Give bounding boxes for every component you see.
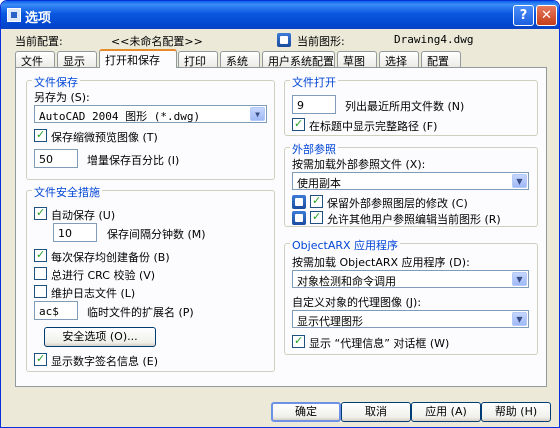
window-title: 选项	[25, 11, 52, 26]
arx-demand-load-label: 按需加载 ObjectARX 应用程序 (D):	[292, 256, 470, 269]
file-save-group: 文件保存 另存为 (S): AutoCAD 2004 图形 (*.dwg) ▼ …	[26, 74, 275, 180]
tab-panel-open-save: 文件保存 另存为 (S): AutoCAD 2004 图形 (*.dwg) ▼ …	[15, 67, 547, 387]
proxy-images-value: 显示代理图形	[297, 315, 363, 328]
tab-open-save[interactable]: 打开和保存	[99, 49, 177, 68]
tab-selection[interactable]: 选择	[379, 51, 419, 68]
save-as-value: AutoCAD 2004 图形 (*.dwg)	[39, 110, 201, 123]
tab-plot[interactable]: 打印	[178, 51, 218, 68]
title-bar: 选项 ? ✕	[1, 1, 559, 29]
group-title-file-safety: 文件安全措施	[32, 184, 102, 200]
log-file-label: 维护日志文件 (L)	[51, 287, 136, 300]
proxy-dialog-checkbox[interactable]	[292, 334, 305, 348]
full-path-label: 在标题中显示完整路径 (F)	[309, 120, 438, 133]
crc-checkbox[interactable]	[34, 267, 47, 280]
chevron-down-icon[interactable]: ▼	[512, 312, 527, 326]
thumbnail-label: 保存缩微预览图像 (T)	[51, 131, 158, 144]
backup-label: 每次保存均创建备份 (B)	[51, 251, 170, 264]
file-open-group: 文件打开 9 列出最近所用文件数 (N) 在标题中显示完整路径 (F)	[284, 74, 538, 136]
current-profile-value: <<未命名配置>>	[111, 35, 203, 48]
chevron-down-icon[interactable]: ▼	[250, 107, 265, 121]
temp-extension-input[interactable]: ac$	[34, 301, 78, 320]
xref-group: 外部参照 按需加载外部参照文件 (X): 使用副本 ▼ 保留外部参照图层的修改 …	[284, 141, 538, 227]
drawing-setting-icon	[292, 195, 306, 209]
log-file-checkbox[interactable]	[34, 285, 47, 298]
temp-extension-label: 临时文件的扩展名 (P)	[87, 306, 194, 319]
autosave-label: 自动保存 (U)	[51, 209, 116, 222]
xref-demand-load-value: 使用副本	[297, 177, 341, 190]
allow-xref-edit-checkbox[interactable]	[310, 210, 323, 224]
security-options-button[interactable]: 安全选项 (O)...	[44, 327, 156, 347]
group-title-file-open: 文件打开	[290, 74, 338, 90]
file-safety-group: 文件安全措施 自动保存 (U) 10 保存间隔分钟数 (M) 每次保存均创建备份…	[26, 184, 275, 372]
ok-button[interactable]: 确定	[271, 402, 341, 422]
full-path-checkbox[interactable]	[292, 117, 305, 131]
autosave-minutes-input[interactable]: 10	[53, 223, 97, 242]
group-title-objectarx: ObjectARX 应用程序	[290, 237, 401, 253]
apply-button[interactable]: 应用 (A)	[411, 402, 481, 422]
backup-checkbox[interactable]	[34, 248, 47, 262]
proxy-dialog-label: 显示 “代理信息” 对话框 (W)	[309, 337, 450, 350]
proxy-images-select[interactable]: 显示代理图形 ▼	[292, 310, 529, 328]
tab-system[interactable]: 系统	[220, 51, 260, 68]
increment-save-input[interactable]: 50	[34, 149, 78, 168]
close-icon[interactable]: ✕	[536, 5, 557, 26]
tab-files[interactable]: 文件	[15, 51, 55, 68]
chevron-down-icon[interactable]: ▼	[512, 272, 527, 286]
chevron-down-icon[interactable]: ▼	[512, 174, 527, 188]
current-profile-label: 当前配置:	[15, 35, 63, 48]
digital-signature-checkbox[interactable]	[34, 352, 47, 366]
arx-demand-load-value: 对象检测和命令调用	[297, 275, 396, 288]
current-drawing-label: 当前图形:	[297, 35, 345, 48]
recent-files-label: 列出最近所用文件数 (N)	[345, 100, 465, 113]
digital-signature-label: 显示数字签名信息 (E)	[51, 355, 159, 368]
allow-xref-edit-label: 允许其他用户参照编辑当前图形 (R)	[327, 213, 501, 226]
cancel-button[interactable]: 取消	[341, 402, 411, 422]
arx-demand-load-select[interactable]: 对象检测和命令调用 ▼	[292, 270, 529, 288]
tab-display[interactable]: 显示	[57, 51, 97, 68]
save-as-select[interactable]: AutoCAD 2004 图形 (*.dwg) ▼	[34, 105, 267, 123]
objectarx-group: ObjectARX 应用程序 按需加载 ObjectARX 应用程序 (D): …	[284, 237, 538, 355]
autosave-minutes-label: 保存间隔分钟数 (M)	[107, 228, 206, 241]
increment-save-label: 增量保存百分比 (I)	[87, 154, 180, 167]
proxy-images-label: 自定义对象的代理图像 (J):	[292, 296, 422, 309]
options-dialog: 选项 ? ✕ 当前配置: <<未命名配置>> 当前图形: Drawing4.dw…	[0, 0, 560, 428]
group-title-file-save: 文件保存	[32, 74, 80, 90]
recent-files-input[interactable]: 9	[292, 95, 336, 114]
help-button[interactable]: 帮助 (H)	[481, 402, 551, 422]
drawing-setting-icon	[292, 211, 306, 225]
xref-demand-load-label: 按需加载外部参照文件 (X):	[292, 158, 426, 171]
tab-user-preferences[interactable]: 用户系统配置	[262, 51, 335, 68]
group-title-xref: 外部参照	[290, 141, 338, 157]
current-drawing-value: Drawing4.dwg	[394, 33, 474, 46]
crc-label: 总进行 CRC 校验 (V)	[51, 269, 156, 282]
app-icon	[7, 8, 21, 22]
retain-xref-layers-label: 保留外部参照图层的修改 (C)	[327, 197, 468, 210]
help-icon[interactable]: ?	[513, 5, 534, 26]
retain-xref-layers-checkbox[interactable]	[310, 194, 323, 208]
autosave-checkbox[interactable]	[34, 206, 47, 220]
drawing-icon	[277, 33, 291, 47]
tab-drafting[interactable]: 草图	[337, 51, 377, 68]
thumbnail-checkbox[interactable]	[34, 128, 47, 142]
xref-demand-load-select[interactable]: 使用副本 ▼	[292, 172, 529, 190]
tab-profiles[interactable]: 配置	[421, 51, 461, 68]
save-as-label: 另存为 (S):	[34, 91, 90, 104]
